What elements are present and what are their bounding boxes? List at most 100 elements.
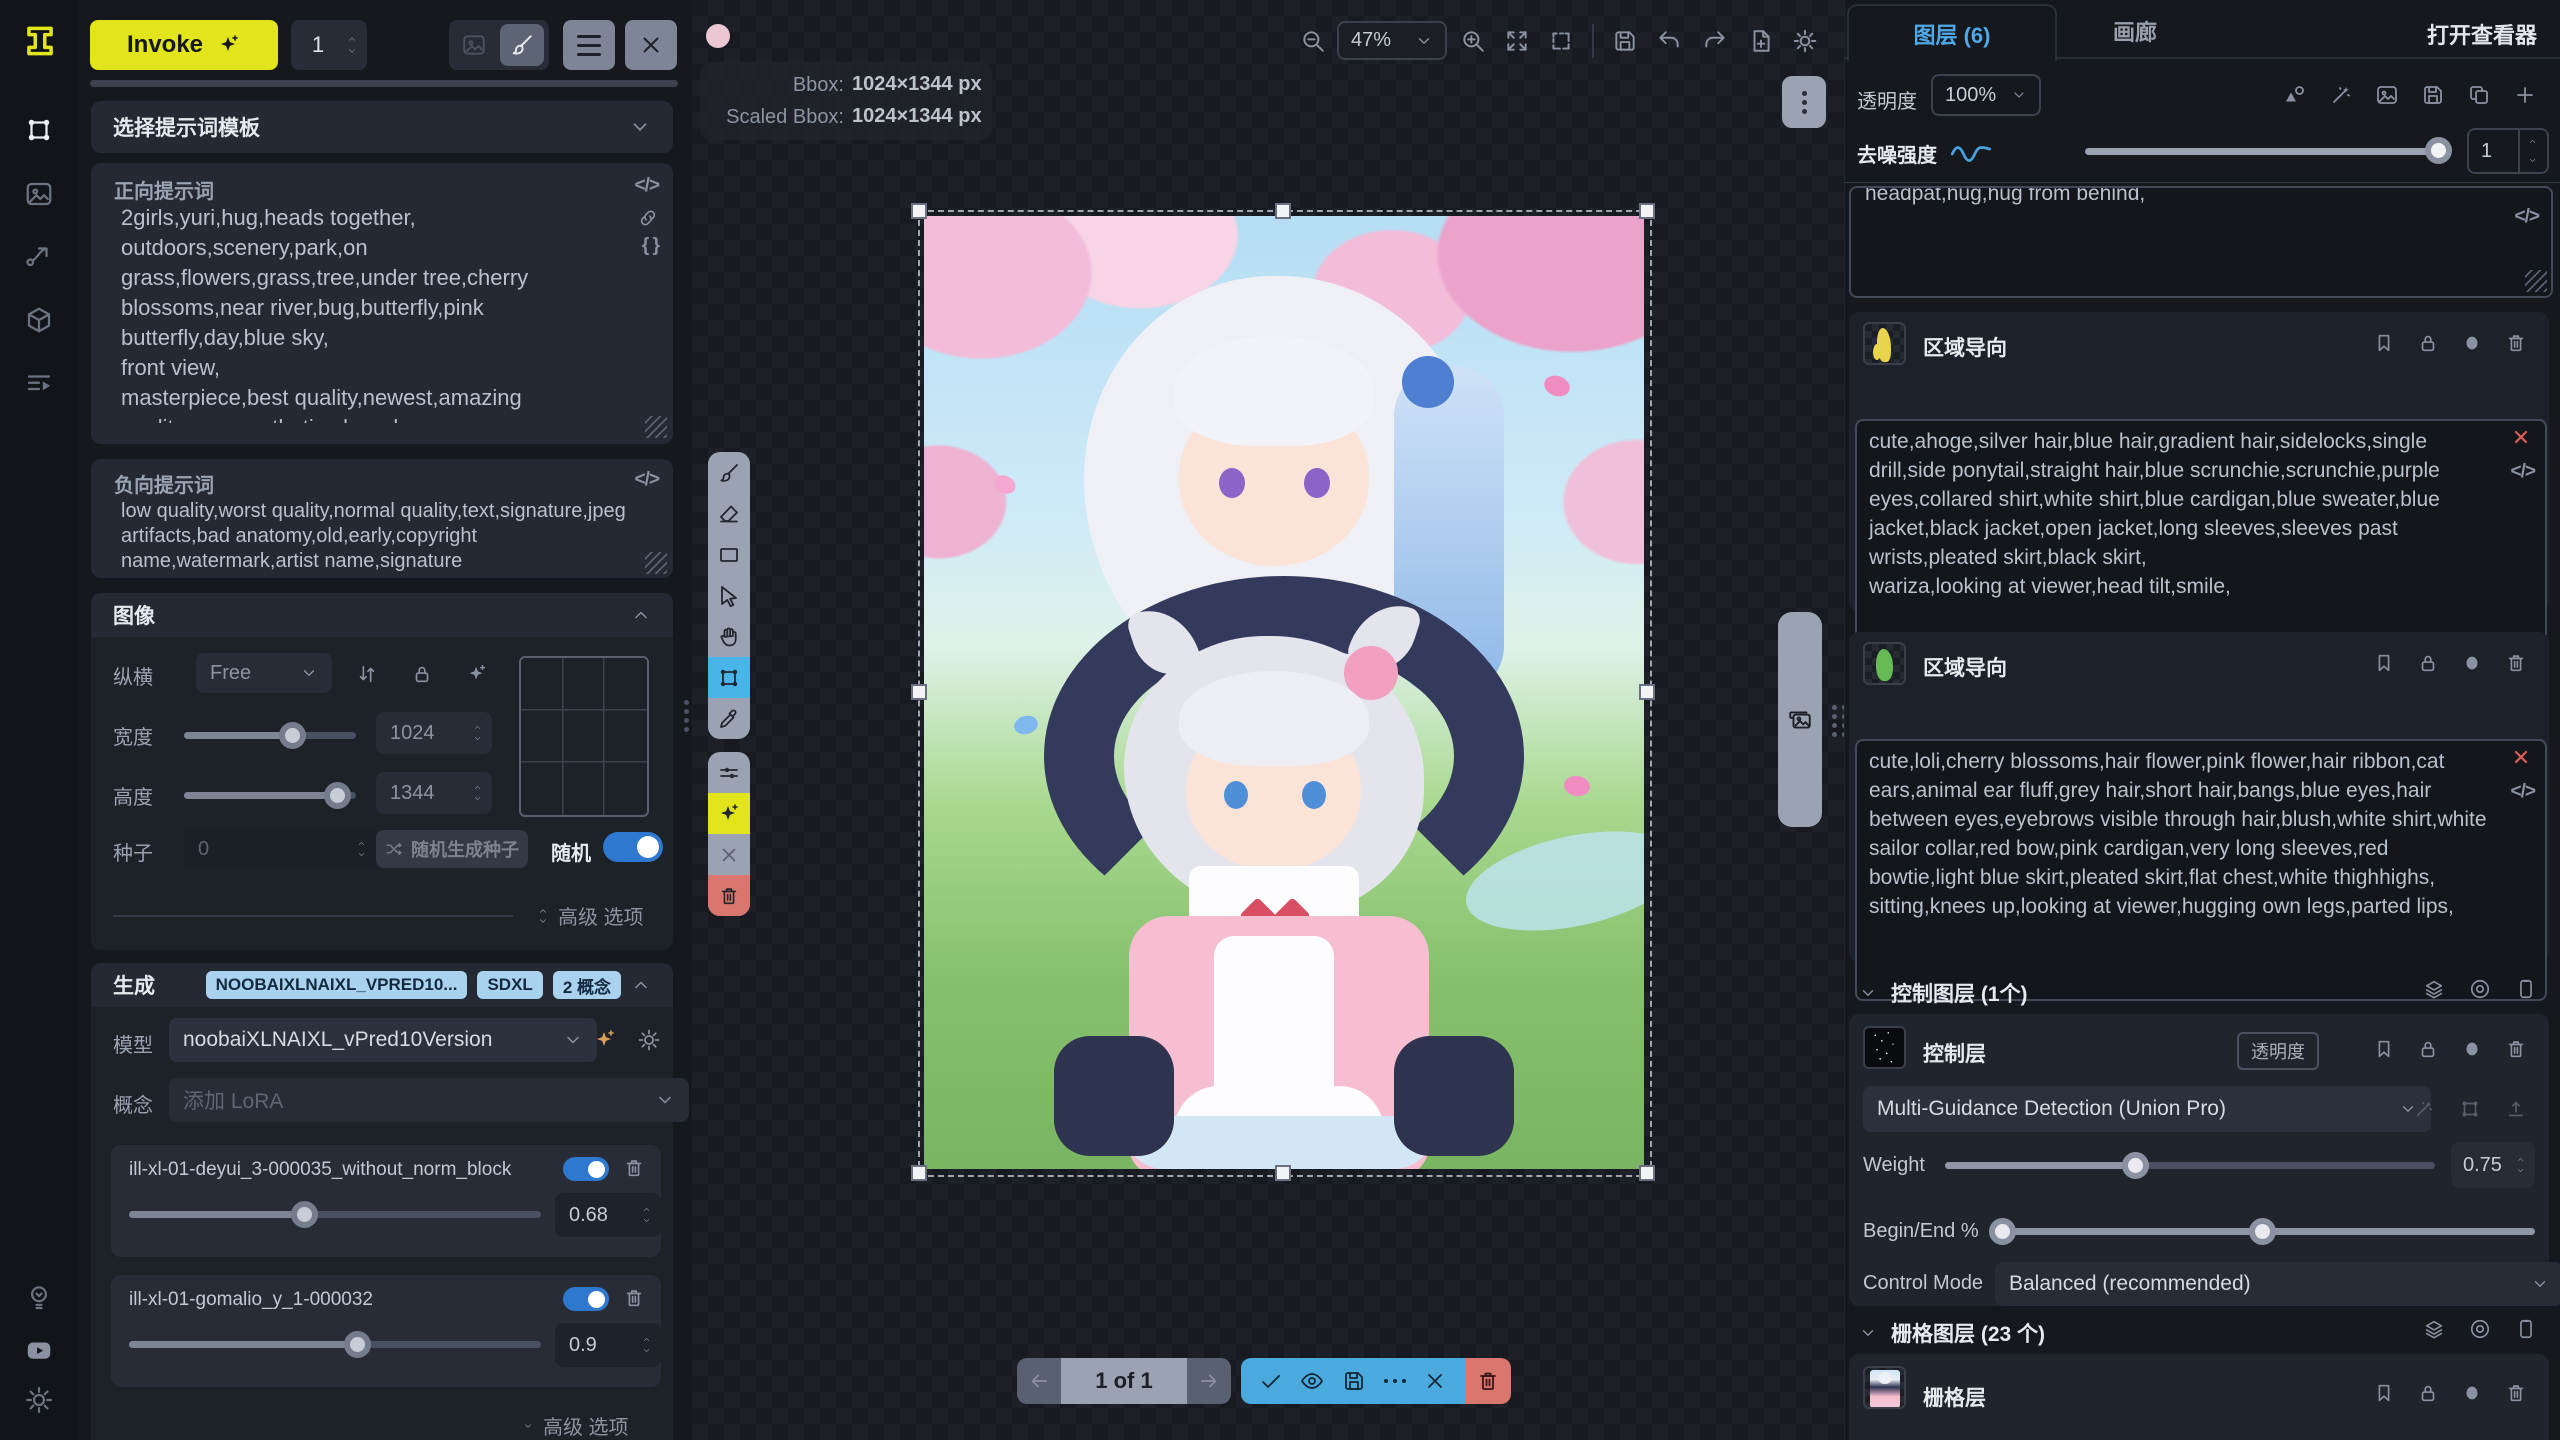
- layers-icon[interactable]: [2423, 978, 2445, 1000]
- invoke-logo-icon[interactable]: [21, 22, 59, 60]
- discard-button[interactable]: [1423, 1369, 1447, 1393]
- menu-button[interactable]: [563, 20, 615, 70]
- rail-youtube-button[interactable]: [0, 1322, 78, 1378]
- rail-settings-button[interactable]: [0, 1372, 78, 1428]
- copy-icon[interactable]: [2467, 83, 2491, 107]
- brush-tool[interactable]: [708, 452, 750, 493]
- weight-arrows[interactable]: [640, 1205, 661, 1225]
- generation-advanced-options[interactable]: 高级 选项: [521, 1411, 629, 1440]
- queue-count-arrows[interactable]: [345, 34, 367, 56]
- region-prompt-text[interactable]: cute,loli,cherry blossoms,hair flower,pi…: [1869, 747, 2489, 921]
- tab-gallery[interactable]: 画廊: [2075, 4, 2195, 57]
- seed-input[interactable]: 0: [184, 828, 376, 870]
- lora-weight-input[interactable]: 0.68: [555, 1193, 661, 1237]
- bookmark-icon[interactable]: [2373, 332, 2395, 354]
- gallery-drawer-handle[interactable]: [1778, 612, 1822, 827]
- fit-bbox-button[interactable]: [1548, 28, 1574, 54]
- pan-tool[interactable]: [708, 616, 750, 657]
- code-toggle-icon[interactable]: </>: [2511, 461, 2535, 483]
- layer-opacity-button[interactable]: 透明度: [2237, 1032, 2319, 1070]
- resize-handle[interactable]: [645, 552, 667, 574]
- zoom-level-select[interactable]: 47%: [1337, 21, 1447, 60]
- lock-icon[interactable]: [2417, 332, 2439, 354]
- bbox-tool[interactable]: [708, 657, 750, 698]
- region-prompt-text[interactable]: cute,ahoge,silver hair,blue hair,gradien…: [1869, 427, 2489, 601]
- negative-prompt-card[interactable]: 负向提示词 </> low quality,worst quality,norm…: [91, 459, 673, 578]
- global-prompt-text[interactable]: headpat,hug,hug from behind,: [1865, 186, 2465, 208]
- generated-image[interactable]: [924, 216, 1644, 1169]
- wand-icon[interactable]: [2413, 1098, 2435, 1120]
- width-arrows[interactable]: [471, 723, 492, 743]
- denoise-slider[interactable]: [2085, 148, 2445, 155]
- layer-thumbnail[interactable]: [1863, 642, 1906, 685]
- save-to-gallery-button[interactable]: [1342, 1369, 1366, 1393]
- frame-icon[interactable]: [2515, 978, 2537, 1000]
- trash-icon[interactable]: [2505, 332, 2527, 354]
- height-input[interactable]: 1344: [376, 772, 492, 814]
- frame-icon[interactable]: [2515, 1318, 2537, 1340]
- global-prompt-box[interactable]: headpat,hug,hug from behind, </>: [1849, 186, 2553, 298]
- layer-thumbnail[interactable]: [1863, 1366, 1906, 1409]
- bookmark-icon[interactable]: [2373, 1382, 2395, 1404]
- tab-layers[interactable]: 图层 (6): [1847, 4, 2057, 61]
- trash-icon[interactable]: [2505, 1038, 2527, 1060]
- add-layer-icon[interactable]: [2513, 83, 2537, 107]
- random-seed-button[interactable]: 随机生成种子: [376, 830, 528, 868]
- queue-count-stepper[interactable]: 1: [291, 20, 367, 70]
- more-options-button[interactable]: [1384, 1379, 1406, 1383]
- bookmark-icon[interactable]: [2373, 652, 2395, 674]
- save-icon[interactable]: [2421, 83, 2445, 107]
- undo-button[interactable]: [1656, 28, 1682, 54]
- wand-icon[interactable]: [2329, 83, 2353, 107]
- bbox-handle-sw[interactable]: [911, 1165, 927, 1181]
- positive-prompt-text[interactable]: 2girls,yuri,hug,heads together, outdoors…: [121, 203, 621, 423]
- seed-arrows[interactable]: [355, 839, 376, 859]
- rail-tab-canvas[interactable]: [0, 102, 78, 158]
- model-settings-icon[interactable]: [637, 1028, 661, 1052]
- show-hide-button[interactable]: [1300, 1369, 1324, 1393]
- width-input[interactable]: 1024: [376, 712, 492, 754]
- weight-input[interactable]: 0.75: [2451, 1142, 2535, 1188]
- layer-thumbnail[interactable]: [1863, 1026, 1906, 1069]
- lora-enabled-toggle[interactable]: [563, 1157, 609, 1181]
- begin-end-slider[interactable]: [1991, 1228, 2535, 1235]
- control-layer-card[interactable]: 控制层 透明度 Multi-Guidance Detection (Union …: [1849, 1014, 2549, 1306]
- canvas-settings-button[interactable]: [1792, 28, 1818, 54]
- color-swatch[interactable]: [706, 24, 730, 48]
- braces-icon[interactable]: { }: [642, 235, 659, 257]
- cancel-button[interactable]: [625, 20, 677, 70]
- raster-layers-header[interactable]: 栅格图层 (23 个): [1859, 1318, 2045, 1348]
- regional-guidance-layer[interactable]: 区域导向 cute,ahoge,silver hair,blue hair,gr…: [1849, 312, 2549, 612]
- bbox-icon[interactable]: [2459, 1098, 2481, 1120]
- fit-to-view-button[interactable]: [1504, 28, 1530, 54]
- rail-tab-models[interactable]: [0, 292, 78, 348]
- discard-all-button[interactable]: [1465, 1358, 1511, 1404]
- code-toggle-icon[interactable]: </>: [2511, 781, 2535, 803]
- layers-icon[interactable]: [2423, 1318, 2445, 1340]
- remove-prompt-icon[interactable]: [2511, 427, 2531, 447]
- rect-tool[interactable]: [708, 534, 750, 575]
- denoise-arrows[interactable]: [2518, 130, 2547, 172]
- accept-button[interactable]: [1259, 1369, 1283, 1393]
- lock-icon[interactable]: [2417, 1038, 2439, 1060]
- bbox-handle-se[interactable]: [1639, 1165, 1655, 1181]
- negative-prompt-text[interactable]: low quality,worst quality,normal quality…: [121, 499, 631, 571]
- image-section-header[interactable]: 图像: [91, 593, 673, 637]
- new-session-button[interactable]: [1748, 28, 1774, 54]
- trash-icon[interactable]: [2505, 1382, 2527, 1404]
- eraser-tool[interactable]: [708, 493, 750, 534]
- cancel-tool[interactable]: [708, 834, 750, 875]
- canvas-mode-icon[interactable]: [500, 24, 544, 66]
- weight-arrows[interactable]: [2514, 1155, 2535, 1175]
- move-tool[interactable]: [708, 575, 750, 616]
- regional-guidance-layer[interactable]: 区域导向 cute,loli,cherry blossoms,hair flow…: [1849, 632, 2549, 962]
- lora-weight-input[interactable]: 0.9: [555, 1323, 661, 1367]
- trash-icon[interactable]: [623, 1287, 645, 1309]
- opacity-select[interactable]: 100%: [1931, 74, 2041, 116]
- visibility-icon[interactable]: [2461, 1038, 2483, 1060]
- weight-arrows[interactable]: [640, 1335, 661, 1355]
- code-toggle-icon[interactable]: </>: [2515, 206, 2539, 228]
- image-advanced-options[interactable]: 高级 选项: [536, 901, 644, 930]
- zoom-out-button[interactable]: [1300, 28, 1326, 54]
- delete-tool[interactable]: [708, 875, 750, 916]
